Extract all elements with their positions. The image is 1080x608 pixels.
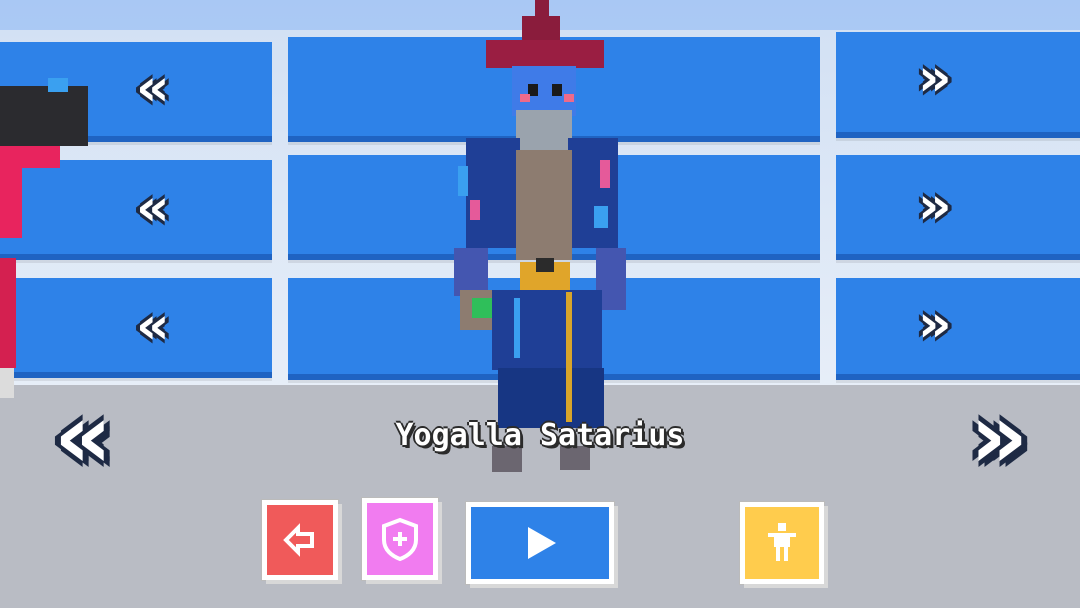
avatar-button[interactable] (740, 502, 824, 584)
wall-chevron-left-icon: « (136, 178, 170, 238)
wall-panel (836, 155, 1080, 260)
shield-icon (382, 517, 418, 562)
side-character-partial (0, 78, 90, 418)
exit-arrow-icon (283, 523, 314, 557)
wall-chevron-right-icon: » (918, 48, 952, 108)
wizard-character (440, 0, 640, 480)
wall-chevron-left-icon: « (136, 58, 170, 118)
exit-button[interactable] (262, 500, 338, 580)
next-character-button[interactable]: » (970, 392, 1028, 482)
shield-button[interactable] (362, 498, 438, 580)
wall-chevron-left-icon: « (136, 296, 170, 356)
play-button[interactable] (466, 502, 614, 584)
character-name: Yogalla Satarius (395, 418, 685, 453)
play-icon (528, 527, 556, 559)
wall-panel (836, 32, 1080, 138)
wall-chevron-right-icon: » (918, 176, 952, 236)
wall-chevron-right-icon: » (918, 294, 952, 354)
previous-character-button[interactable]: « (54, 392, 112, 482)
wall-panel (836, 278, 1080, 380)
person-icon (768, 523, 796, 561)
